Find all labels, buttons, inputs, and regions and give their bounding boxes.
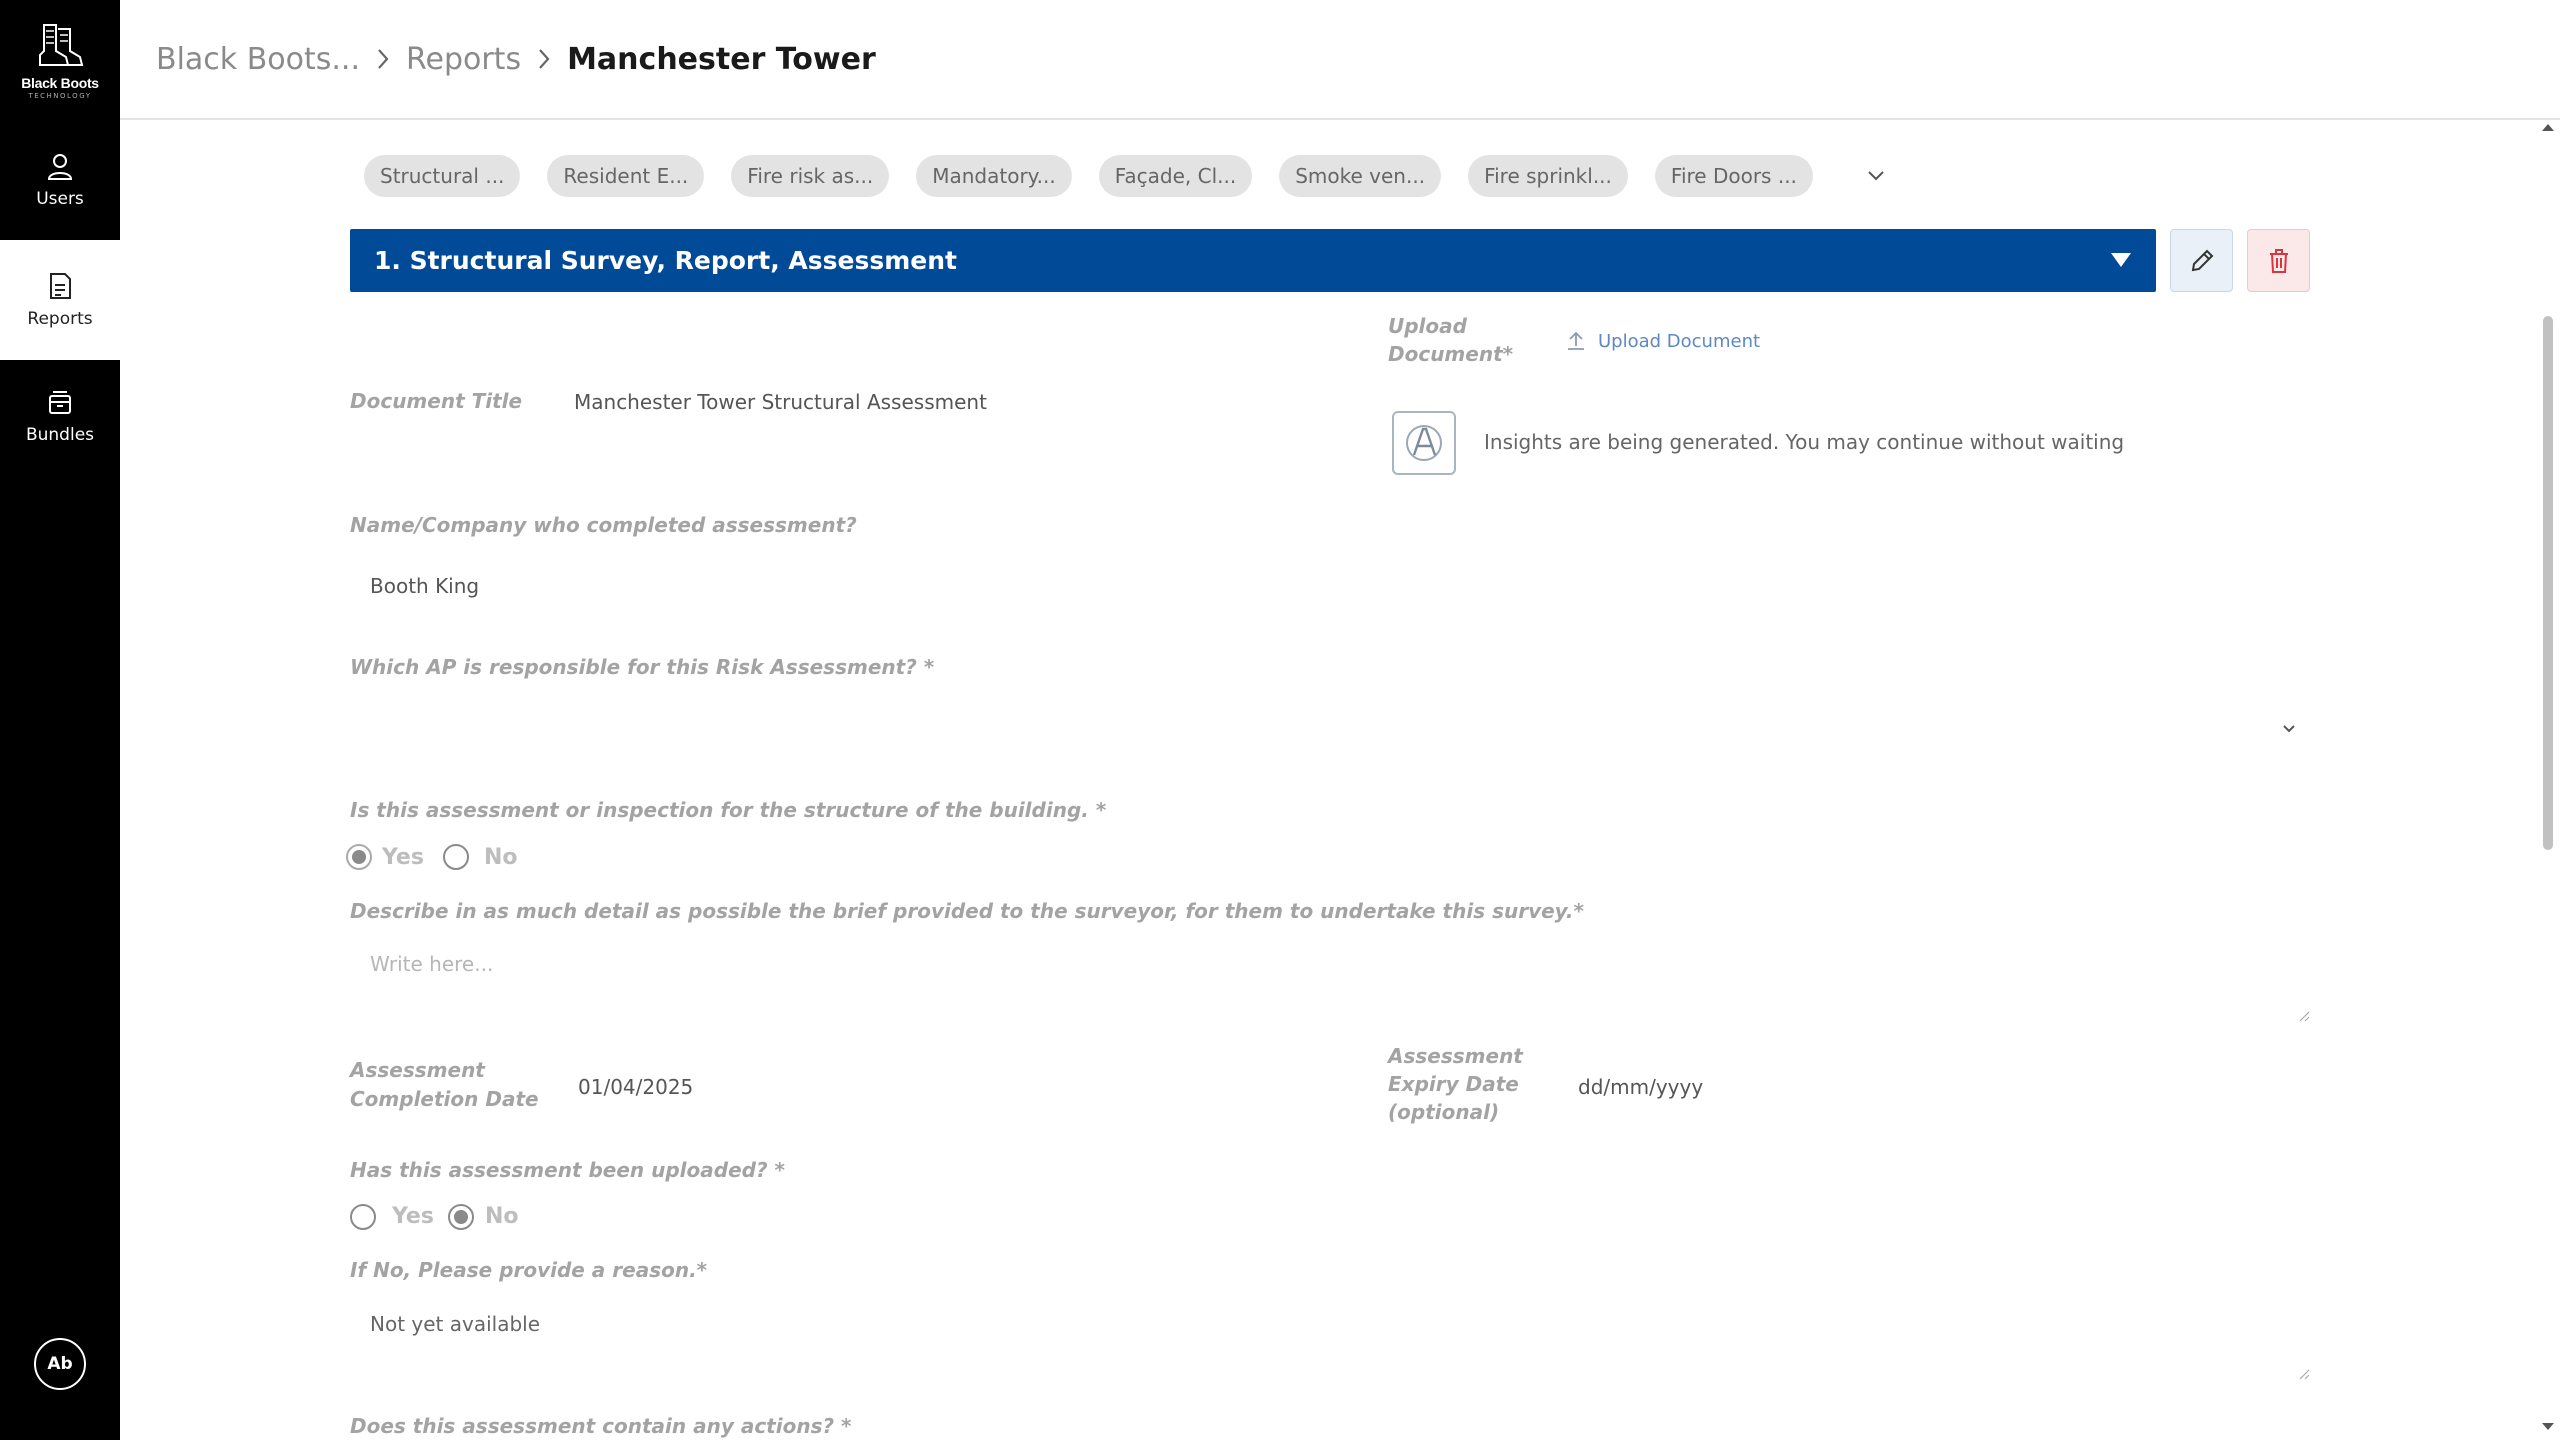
edit-button[interactable] <box>2170 229 2233 292</box>
reason-value: Not yet available <box>370 1312 541 1336</box>
completion-date-label-line2: Completion Date <box>350 1087 539 1111</box>
scroll-down-icon[interactable] <box>2541 1422 2555 1432</box>
logo-subtext: TECHNOLOGY <box>28 91 92 100</box>
chevron-down-icon[interactable] <box>1862 162 1890 190</box>
boots-logo-icon <box>39 23 84 66</box>
upload-document-label-line2: Document* <box>1388 342 1514 366</box>
avatar[interactable]: Ab <box>34 1338 86 1390</box>
trash-icon <box>2269 248 2288 273</box>
company-label: Name/Company who completed assessment? <box>350 513 857 537</box>
breadcrumb-item-reports[interactable]: Reports <box>406 42 521 77</box>
sidebar-item-label: Users <box>36 189 84 209</box>
tab-facade[interactable]: Façade, Cl... <box>1098 155 1253 197</box>
brief-label: Describe in as much detail as possible t… <box>350 899 1584 923</box>
user-icon <box>47 154 73 180</box>
resize-handle-icon[interactable] <box>2298 1368 2310 1380</box>
expiry-date-label-line2: Expiry Date <box>1388 1072 1519 1096</box>
insights-status-text: Insights are being generated. You may co… <box>1484 430 2125 454</box>
tab-fire-risk[interactable]: Fire risk as... <box>731 155 890 197</box>
chevron-right-icon <box>378 49 389 69</box>
brief-textarea[interactable]: Write here... <box>350 944 2310 1022</box>
sidebar-item-label: Bundles <box>25 425 95 445</box>
report-icon <box>50 273 71 299</box>
uploaded-yes-label: Yes <box>392 1204 434 1229</box>
tab-smoke-ventilation[interactable]: Smoke ven... <box>1279 155 1442 197</box>
uploaded-no-radio[interactable] <box>448 1204 474 1230</box>
tab-resident-engagement[interactable]: Resident E... <box>547 155 705 197</box>
completion-date-field[interactable]: 01/04/2025 <box>578 1075 693 1099</box>
brief-placeholder: Write here... <box>370 952 494 976</box>
expiry-date-field[interactable]: dd/mm/yyyy <box>1578 1075 1703 1099</box>
completion-date-label: Assessment <box>350 1058 485 1082</box>
sidebar-item-label: Reports <box>27 309 93 329</box>
actions-question-label: Does this assessment contain any actions… <box>350 1414 852 1438</box>
sidebar: Black Boots TECHNOLOGY Users Reports Bun… <box>0 0 120 1440</box>
section-header[interactable]: 1. Structural Survey, Report, Assessment <box>350 229 2156 292</box>
report-tabs: Structural ... Resident E... Fire risk a… <box>364 155 1890 197</box>
section-title: 1. Structural Survey, Report, Assessment <box>374 246 957 275</box>
bundle-icon <box>49 391 71 414</box>
tab-mandatory[interactable]: Mandatory... <box>916 155 1072 197</box>
caret-down-icon[interactable] <box>2110 251 2132 269</box>
ap-responsible-label: Which AP is responsible for this Risk As… <box>350 655 935 679</box>
chevron-down-icon <box>2283 725 2295 733</box>
sidebar-item-reports[interactable]: Reports <box>0 240 120 360</box>
upload-icon <box>1568 331 1584 350</box>
document-title-label: Document Title <box>350 389 523 413</box>
ai-icon <box>1406 425 1442 461</box>
upload-document-link-text: Upload Document <box>1598 330 1761 352</box>
uploaded-question-label: Has this assessment been uploaded? * <box>350 1158 785 1182</box>
upload-document-label: Upload <box>1388 314 1467 338</box>
breadcrumb: Black Boots... Reports Manchester Tower <box>120 0 2560 120</box>
reason-label: If No, Please provide a reason.* <box>350 1258 708 1282</box>
resize-handle-icon[interactable] <box>2298 1010 2310 1022</box>
tab-structural[interactable]: Structural ... <box>364 155 521 197</box>
ai-insights-badge <box>1392 411 1456 475</box>
scrollbar-thumb[interactable] <box>2543 316 2553 850</box>
structure-no-radio[interactable] <box>443 844 469 870</box>
tab-fire-doors[interactable]: Fire Doors ... <box>1654 155 1813 197</box>
structure-yes-radio[interactable] <box>346 844 372 870</box>
reason-textarea[interactable]: Not yet available <box>350 1304 2310 1380</box>
sidebar-item-bundles[interactable]: Bundles <box>0 356 120 476</box>
structure-yes-label: Yes <box>382 845 424 870</box>
company-field[interactable]: Booth King <box>370 574 479 598</box>
expiry-date-label-line3: (optional) <box>1388 1100 1500 1124</box>
delete-button[interactable] <box>2247 229 2310 292</box>
upload-document-link[interactable]: Upload Document <box>1566 330 1760 352</box>
ap-responsible-select[interactable] <box>350 700 2310 756</box>
breadcrumb-item-organisation[interactable]: Black Boots... <box>156 42 360 77</box>
chevron-right-icon <box>539 49 550 69</box>
breadcrumb-current: Manchester Tower <box>567 41 876 77</box>
logo-text: Black Boots <box>21 74 99 91</box>
tab-fire-sprinklers[interactable]: Fire sprinkl... <box>1468 155 1628 197</box>
structure-no-label: No <box>484 845 518 870</box>
app-logo[interactable]: Black Boots TECHNOLOGY <box>0 0 120 120</box>
expiry-date-label: Assessment <box>1388 1044 1523 1068</box>
scrollbar[interactable] <box>2538 120 2560 1440</box>
document-title-field[interactable]: Manchester Tower Structural Assessment <box>574 390 987 414</box>
uploaded-no-label: No <box>485 1204 519 1229</box>
scroll-up-icon[interactable] <box>2541 122 2555 132</box>
sidebar-item-users[interactable]: Users <box>0 120 120 240</box>
pencil-icon <box>2191 249 2213 271</box>
uploaded-yes-radio[interactable] <box>350 1204 376 1230</box>
structure-question-label: Is this assessment or inspection for the… <box>350 798 1107 822</box>
